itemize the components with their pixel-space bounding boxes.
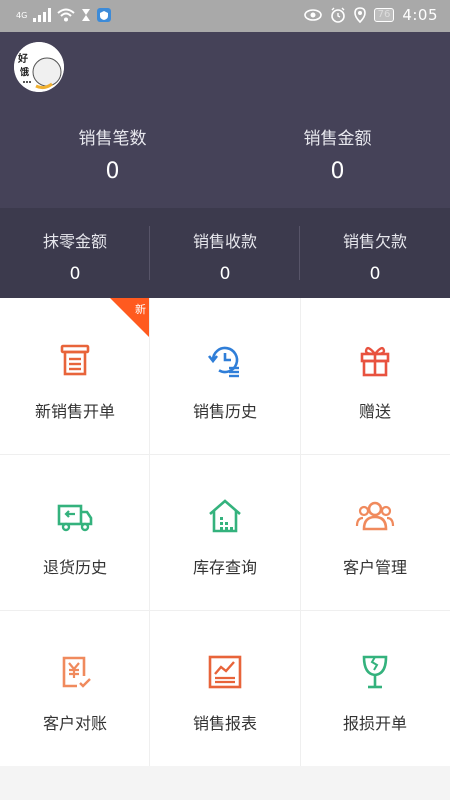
svg-text:饿: 饿 <box>19 66 29 78</box>
chart-icon <box>208 655 242 689</box>
menu-customer-statement[interactable]: 客户对账 <box>0 610 150 766</box>
status-right: 76 4:05 <box>303 6 438 24</box>
sub-stat-value: 0 <box>219 264 231 284</box>
network-label: 4G <box>16 10 28 20</box>
grid-divider <box>300 298 301 766</box>
wifi-icon <box>57 8 75 22</box>
menu-sales-report[interactable]: 销售报表 <box>150 610 300 766</box>
grid-divider <box>0 454 450 455</box>
battery-indicator: 76 <box>373 8 395 22</box>
alarm-icon <box>330 7 345 23</box>
grid-divider <box>149 298 150 766</box>
menu-label: 销售报表 <box>192 714 257 733</box>
location-icon <box>353 7 366 23</box>
footer-space <box>0 766 450 800</box>
stat-sales-count: 销售笔数 0 <box>0 124 225 184</box>
signal-icon <box>33 8 52 22</box>
stat-label: 销售笔数 <box>78 129 147 149</box>
sub-stat-label: 销售欠款 <box>342 232 407 251</box>
menu-label: 赠送 <box>358 402 391 421</box>
stat-value: 0 <box>330 159 345 184</box>
users-icon <box>355 501 395 531</box>
menu-label: 退货历史 <box>42 558 107 577</box>
menu-gift[interactable]: 赠送 <box>300 298 450 454</box>
status-left: 4G <box>16 8 112 22</box>
sub-stat-rounding: 抹零金额 0 <box>0 208 150 298</box>
new-badge: 新 <box>110 298 150 338</box>
sub-stat-owed: 销售欠款 0 <box>300 208 450 298</box>
menu-new-sale[interactable]: 新销售开单 新 <box>0 298 150 454</box>
avatar[interactable]: 好 饿 <box>14 42 64 92</box>
shield-icon <box>97 8 112 22</box>
sub-stat-label: 抹零金额 <box>42 232 107 251</box>
warehouse-icon <box>209 499 241 533</box>
register-icon <box>60 344 90 376</box>
menu-damage-order[interactable]: 报损开单 <box>300 610 450 766</box>
sub-stat-received: 销售收款 0 <box>150 208 300 298</box>
status-bar: 4G 76 4:05 <box>0 0 450 32</box>
stat-value: 0 <box>105 159 120 184</box>
menu-customer-management[interactable]: 客户管理 <box>300 454 450 610</box>
yen-bill-icon <box>62 656 91 688</box>
menu-label: 客户对账 <box>42 714 107 733</box>
avatar-image: 好 饿 <box>14 42 64 92</box>
menu-label: 新销售开单 <box>34 402 115 421</box>
sub-stat-value: 0 <box>369 264 381 284</box>
badge-text: 新 <box>135 303 146 316</box>
summary-subheader: 抹零金额 0 销售收款 0 销售欠款 0 <box>0 208 450 298</box>
broken-glass-icon <box>362 655 388 689</box>
menu-label: 客户管理 <box>342 558 407 577</box>
eye-icon <box>303 9 322 21</box>
sub-stat-label: 销售收款 <box>192 232 257 251</box>
grid-divider <box>0 610 450 611</box>
menu-label: 报损开单 <box>342 714 407 733</box>
stat-label: 销售金额 <box>303 129 372 149</box>
menu-label: 销售历史 <box>192 402 257 421</box>
menu-sales-history[interactable]: 销售历史 <box>150 298 300 454</box>
menu-inventory[interactable]: 库存查询 <box>150 454 300 610</box>
svg-text:好: 好 <box>17 52 28 65</box>
menu-label: 库存查询 <box>192 558 257 577</box>
stat-sales-amount: 销售金额 0 <box>225 124 450 184</box>
summary-header: 好 饿 销售笔数 0 销售金额 0 <box>0 32 450 208</box>
menu-return-history[interactable]: 退货历史 <box>0 454 150 610</box>
clock: 4:05 <box>402 6 438 24</box>
truck-return-icon <box>57 504 93 532</box>
function-grid: 新销售开单 新 销售历史 赠送 退货历史 库存查询 客户管理 客户对账 销售报表… <box>0 298 450 766</box>
history-icon <box>207 346 239 378</box>
sub-stat-value: 0 <box>69 264 81 284</box>
gift-icon <box>360 346 390 377</box>
hourglass-icon <box>82 9 91 21</box>
